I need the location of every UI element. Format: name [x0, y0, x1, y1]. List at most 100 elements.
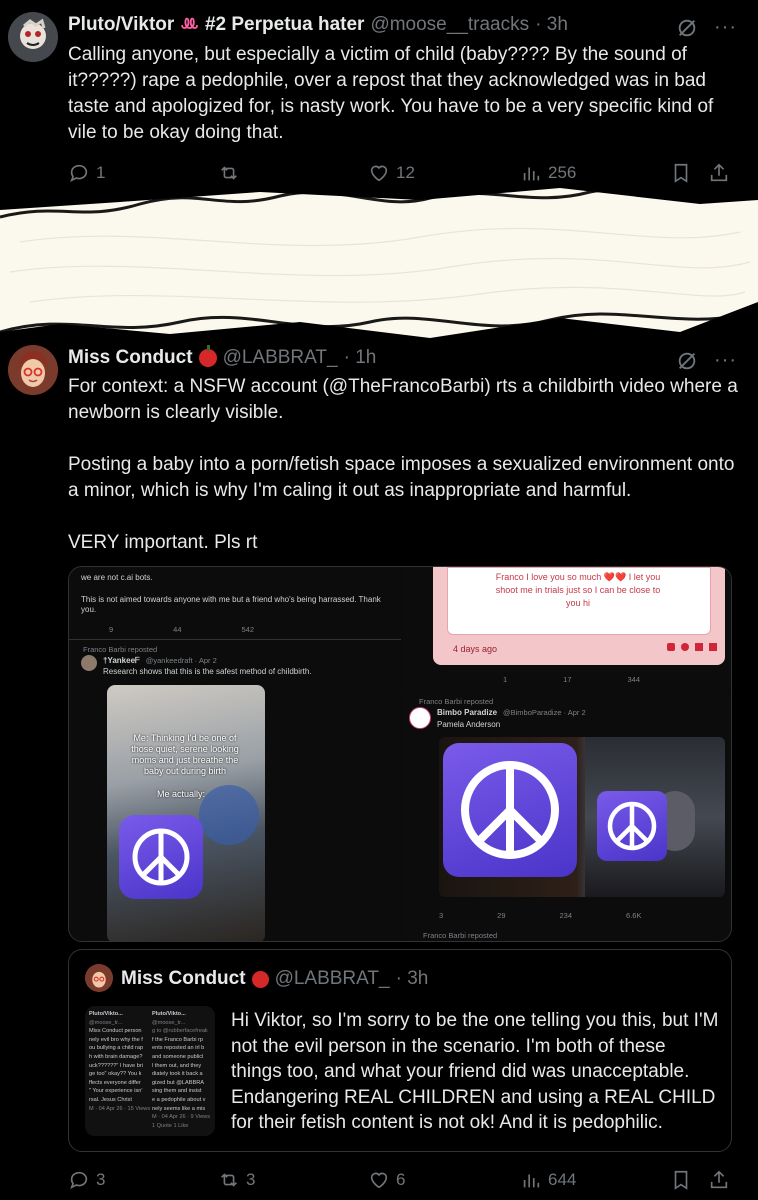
thumb-line: g to @rubberfacefreak [151, 1028, 208, 1035]
thumbnail-column: Pluto/Vikto... @moose_tr... g to @rubber… [152, 1010, 211, 1132]
screenshot-right-top: Franco I love you so much ❤️❤️ I let you… [403, 567, 731, 691]
avatar[interactable] [8, 12, 58, 62]
thumb-line: @moose_tr... [89, 1019, 123, 1026]
thumb-line: 1 Quote 1 Like [151, 1122, 189, 1129]
thumb-line: rsal. Jesus Christ [89, 1096, 132, 1103]
reply-button[interactable]: 3 [68, 1169, 105, 1191]
screenshot-handle: @yankeedraft · Apr 2 [145, 656, 217, 665]
card-date: 4 days ago [453, 644, 498, 654]
handle: @LABBRAT_ [274, 968, 390, 989]
thumbnail-column: Pluto/Vikto... @moose_tr... Miss Conduct… [89, 1010, 150, 1132]
like-button[interactable]: 12 [368, 162, 415, 184]
views-button[interactable]: 644 [520, 1169, 576, 1191]
thumb-line: sing them and insist [151, 1088, 202, 1095]
share-icon[interactable] [708, 1169, 730, 1191]
thumb-line: Pluto/Vikto... [151, 1011, 186, 1017]
grok-icon[interactable] [676, 17, 698, 39]
tweet-paragraph: VERY important. Pls rt [68, 532, 258, 553]
screenshot-author: †Yankeeᖴ [103, 656, 140, 665]
screenshot-left: we are not c.ai bots. This is not aimed … [69, 567, 401, 941]
screenshot-stat: 344 [627, 675, 641, 684]
bookmark-icon[interactable] [670, 162, 692, 184]
repost-button[interactable]: 3 [218, 1169, 255, 1191]
views-button[interactable]: 256 [520, 162, 576, 184]
tweet-text: Calling anyone, but especially a victim … [68, 44, 714, 143]
view-count: 256 [548, 163, 577, 182]
thumb-line: h with brain damage? [89, 1053, 143, 1060]
thumb-line: e a pedophile about v [151, 1096, 206, 1103]
repost-count: 3 [246, 1170, 256, 1189]
more-icon[interactable]: ··· [714, 349, 737, 372]
screenshot-repost-label: Franco Barbi reposted [419, 697, 494, 706]
screenshot-author: Bimbo Paradize [437, 708, 498, 717]
timestamp[interactable]: · 1h [344, 347, 377, 369]
grok-icon[interactable] [676, 350, 698, 372]
bookmark-icon[interactable] [670, 1169, 692, 1191]
screenshot-text: Research shows that this is the safest m… [103, 667, 312, 676]
screenshot-stat: 17 [563, 675, 572, 684]
thumb-line: l them out, and they [151, 1062, 202, 1069]
thumb-line: gized but @LABBRA [151, 1079, 204, 1086]
card-text: Franco I love you so much ❤️❤️ I let you… [495, 572, 661, 608]
display-name: Miss Conduct [121, 968, 246, 989]
repost-button[interactable] [218, 162, 246, 184]
repost-icon [221, 1173, 237, 1187]
screenshot-stat: 44 [173, 625, 182, 634]
display-name[interactable]: Miss Conduct [68, 347, 193, 369]
screenshot-stat: 6.6K [626, 911, 642, 920]
screenshot-repost-label: Franco Barbi reposted [423, 931, 498, 940]
thumb-line: @moose_tr... [151, 1019, 186, 1026]
share-icon[interactable] [708, 162, 730, 184]
timestamp[interactable]: · 3h [535, 14, 568, 36]
heart-icon [370, 1172, 388, 1189]
tweet-pluto[interactable]: Pluto/Viktor ꔛ #2 Perpetua hater @moose_… [0, 0, 758, 190]
views-icon [523, 167, 540, 181]
avatar[interactable] [85, 964, 113, 992]
tweet-paragraph: Posting a baby into a porn/fetish space … [68, 454, 735, 501]
handle[interactable]: @LABBRAT_ [223, 347, 338, 369]
screenshot-stat: 1 [503, 675, 508, 684]
screenshot-stat: 542 [241, 625, 255, 634]
like-button[interactable]: 6 [368, 1169, 405, 1191]
reply-button[interactable]: 1 [68, 162, 105, 184]
quoted-tweet[interactable]: Miss Conduct @LABBRAT_ · 3h Pluto/Vikto.… [68, 949, 732, 1152]
quote-text: Hi Viktor, so I'm sorry to be the one te… [231, 1010, 719, 1133]
thumb-line: ffects everyone differ [89, 1079, 141, 1086]
heart-icon [370, 165, 388, 182]
reply-icon [70, 164, 88, 183]
thumb-line: and someone publicl [151, 1053, 204, 1060]
avatar[interactable] [8, 345, 58, 395]
like-count: 6 [396, 1170, 406, 1189]
display-name-suffix: #2 Perpetua hater [204, 14, 365, 35]
screenshot-handle: @BimboParadize · Apr 2 [503, 708, 586, 717]
repost-icon [221, 166, 237, 180]
peace-sticker [119, 815, 203, 899]
thumb-line: " Your experience isn' [89, 1088, 143, 1095]
screenshot-stat: 234 [559, 911, 573, 920]
thumb-line: nely seems like a mis [151, 1105, 206, 1112]
reply-count: 3 [96, 1170, 106, 1189]
like-count: 12 [396, 163, 415, 182]
thumb-line: M · 04 Apr 26 · 9 Views [151, 1114, 211, 1121]
thumb-line: uck??????" I have bri [89, 1062, 143, 1069]
timestamp: · 3h [395, 968, 429, 989]
display-name[interactable]: Pluto/Viktor [68, 14, 174, 36]
thumb-line: diately took it back a [151, 1071, 203, 1078]
meme-caption: Me actually: [157, 789, 206, 799]
meme-caption: Me: Thinking I'd be one of those quiet, … [131, 733, 239, 776]
thumb-line: f the Franco Barbi rp [151, 1036, 203, 1043]
media-image[interactable]: we are not c.ai bots. This is not aimed … [68, 566, 732, 942]
tweet-paragraph: For context: a NSFW account (@TheFrancoB… [68, 376, 738, 423]
peace-sticker [597, 791, 667, 861]
quote-thumbnail: Pluto/Vikto... @moose_tr... Miss Conduct… [85, 1006, 215, 1136]
thumb-line: ge too" okay?? You k [89, 1071, 142, 1078]
reply-count: 1 [96, 163, 106, 182]
view-count: 644 [548, 1170, 577, 1189]
redaction-scribble [0, 188, 758, 338]
handle[interactable]: @moose__traacks [370, 14, 529, 36]
screenshot-stat: 29 [497, 911, 506, 920]
pink-ribbon-icon: ꔛ [180, 14, 199, 35]
more-icon[interactable]: ··· [714, 16, 737, 39]
thumb-line: ou bullying a child rap [89, 1045, 144, 1052]
reply-icon [70, 1171, 88, 1190]
